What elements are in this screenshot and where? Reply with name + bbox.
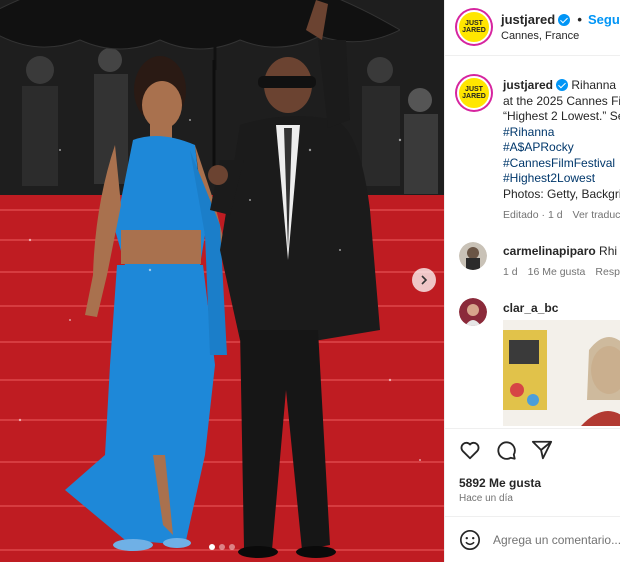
verified-icon bbox=[558, 14, 571, 26]
comment-image-content bbox=[503, 320, 620, 426]
commenter-avatar[interactable] bbox=[459, 298, 487, 326]
comment-meta: 1 d 16 Me gusta Respo bbox=[503, 266, 620, 278]
next-arrow-icon bbox=[421, 275, 428, 285]
comment-username[interactable]: carmelinapiparo bbox=[503, 244, 596, 258]
comment-input[interactable] bbox=[493, 527, 620, 553]
carousel-dot bbox=[219, 544, 225, 550]
post-side-panel: JUST JARED justjared • Seguir Cannes, Fra… bbox=[444, 0, 620, 562]
post-location[interactable]: Cannes, France bbox=[501, 30, 579, 42]
account-avatar[interactable]: JUST JARED bbox=[457, 10, 491, 44]
avatar-logo-text: JUST JARED bbox=[462, 86, 486, 100]
caption-avatar[interactable]: JUST JARED bbox=[457, 76, 491, 110]
post-caption: JUST JARED justjared Rihanna (i at the 2… bbox=[445, 66, 620, 226]
commenter-avatar[interactable] bbox=[459, 242, 487, 270]
hashtag-link[interactable]: #CannesFilmFestival bbox=[503, 156, 620, 172]
share-icon bbox=[531, 440, 553, 460]
caption-line: “Highest 2 Lowest.” Se bbox=[503, 109, 620, 123]
account-username[interactable]: justjared bbox=[501, 12, 555, 27]
like-button[interactable] bbox=[459, 439, 481, 461]
caption-line: at the 2025 Cannes Fil bbox=[503, 93, 620, 108]
comment-text: clar_a_bc bbox=[503, 301, 558, 315]
comment-button[interactable] bbox=[495, 439, 517, 461]
comment-composer bbox=[445, 516, 620, 562]
follow-button[interactable]: Seguir bbox=[588, 12, 620, 27]
hashtag-link[interactable]: #Rihanna bbox=[503, 125, 620, 141]
caption-username[interactable]: justjared bbox=[503, 78, 553, 92]
carousel-dot bbox=[209, 544, 215, 550]
hashtag-link[interactable]: #A$APRocky bbox=[503, 140, 620, 156]
verified-icon bbox=[556, 79, 569, 91]
hashtag-link[interactable]: #Highest2Lowest bbox=[503, 171, 620, 187]
next-photo-button[interactable] bbox=[412, 268, 436, 292]
translate-link[interactable]: Ver traduc bbox=[573, 209, 620, 221]
edited-label: Editado · 1 d bbox=[503, 209, 563, 221]
emoji-icon[interactable] bbox=[459, 529, 481, 551]
comment-username[interactable]: clar_a_bc bbox=[503, 301, 558, 315]
rain-overlay bbox=[18, 119, 421, 461]
comment-text: carmelinapiparo Rhi R bbox=[503, 244, 620, 258]
comment-likes[interactable]: 16 Me gusta bbox=[528, 266, 586, 278]
photo-credits: Photos: Getty, Backgri bbox=[503, 186, 620, 201]
post-header: JUST JARED justjared • Seguir Cannes, Fra… bbox=[445, 0, 620, 56]
avatar-logo-text: JUST JARED bbox=[462, 20, 486, 34]
caption-line: Rihanna (i bbox=[571, 78, 620, 92]
carousel-indicator bbox=[0, 544, 444, 550]
comment-age: 1 d bbox=[503, 266, 518, 278]
comment-image[interactable] bbox=[503, 320, 620, 426]
likes-count[interactable]: 5892 Me gusta bbox=[459, 476, 541, 490]
caption-meta: Editado · 1 d Ver traduc bbox=[503, 208, 620, 224]
action-icons bbox=[459, 439, 553, 461]
comment-icon bbox=[497, 441, 516, 460]
post-photo[interactable] bbox=[0, 0, 444, 562]
carousel-dot bbox=[229, 544, 235, 550]
share-button[interactable] bbox=[531, 439, 553, 461]
comment-body: Rhi R bbox=[599, 244, 620, 258]
caption-text: justjared Rihanna (i at the 2025 Cannes … bbox=[503, 78, 620, 224]
heart-icon bbox=[460, 441, 480, 460]
post-timestamp: Hace un día bbox=[459, 493, 513, 504]
dot-separator: • bbox=[573, 12, 582, 27]
reply-link[interactable]: Respo bbox=[595, 266, 620, 278]
header-account-row: justjared • Seguir bbox=[501, 12, 620, 27]
